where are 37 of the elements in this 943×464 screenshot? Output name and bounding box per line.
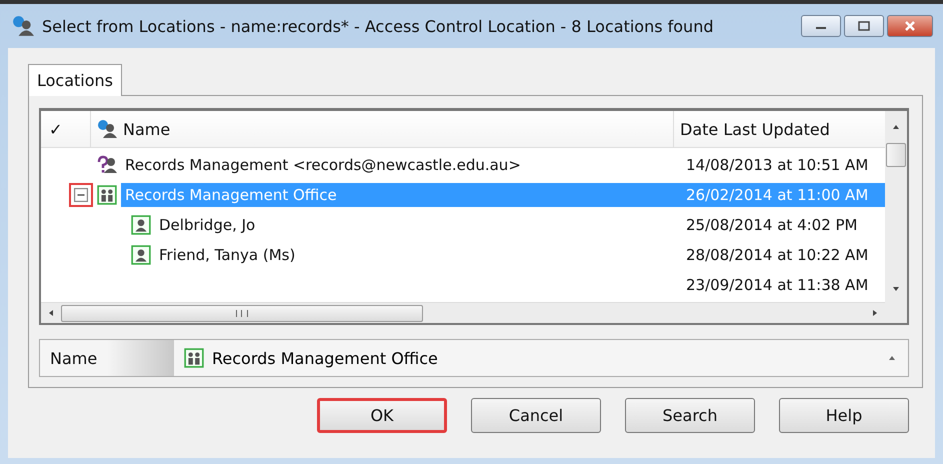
group-icon [184,348,204,368]
dialog-button[interactable]: Search [625,398,755,433]
scroll-up-icon[interactable] [892,123,900,131]
person-icon [131,215,151,235]
unknown-person-icon [97,155,117,175]
minimize-button[interactable] [801,15,841,37]
tab[interactable]: Locations [28,64,122,96]
scroll-down-icon[interactable] [892,285,900,293]
field-value: Records Management Office [212,348,438,368]
date-cell-text: 23/09/2014 at 11:38 AM [685,275,870,296]
tree-item[interactable]: Friend, Tanya (Ms) [155,243,300,267]
person-icon [131,245,151,265]
tree-item[interactable]: Delbridge, Jo [155,213,260,237]
column-header[interactable]: Date Last Updated [674,120,885,138]
scroll-thumb[interactable] [886,143,906,167]
collapse-icon[interactable] [69,183,93,207]
tree-item[interactable]: Records Management <records@newcastle.edu.au> [121,153,525,177]
group-icon [97,185,117,205]
maximize-icon [858,21,870,31]
close-button[interactable] [887,15,933,37]
vertical-scrollbar[interactable] [885,111,907,323]
scroll-up-icon[interactable] [888,354,896,362]
scroll-left-icon[interactable] [47,309,55,317]
scroll-right-icon[interactable] [871,309,879,317]
horizontal-scrollbar[interactable] [41,302,885,323]
date-cell-text: 14/08/2013 at 10:51 AM [685,155,870,176]
close-icon [904,21,916,31]
dialog-button[interactable]: Help [779,398,909,433]
date-cell: 26/02/2014 at 11:00 AM [680,183,885,207]
window-title: Select from Locations - name:records* - Access Control Location - 8 Locations found [42,16,714,36]
column-header[interactable]: ✓ [41,111,91,147]
date-cell-text: 25/08/2014 at 4:02 PM [685,215,859,236]
maximize-button[interactable] [844,15,884,37]
dialog-button[interactable]: Cancel [471,398,601,433]
date-cell-text: 28/08/2014 at 10:22 AM [685,245,870,266]
dialog-button[interactable]: OK [317,398,447,433]
column-header[interactable]: Name [123,120,170,138]
